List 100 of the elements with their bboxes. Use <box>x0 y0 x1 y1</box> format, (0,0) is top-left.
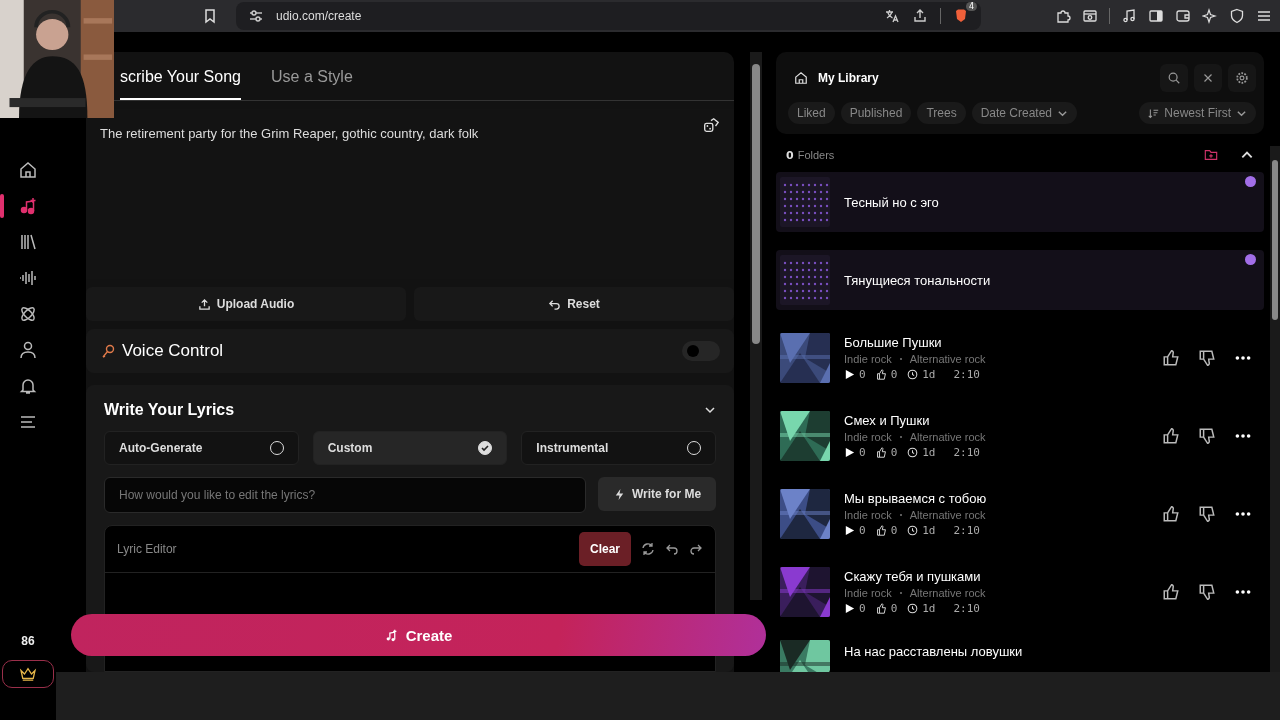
bookmark-icon[interactable] <box>202 8 218 24</box>
library-icon[interactable] <box>18 232 38 252</box>
status-dot <box>1245 176 1256 187</box>
window-search-icon[interactable] <box>1082 8 1098 24</box>
song-title[interactable]: На нас расставлены ловушки <box>844 644 1023 659</box>
dice-icon[interactable] <box>702 117 720 135</box>
play-icon[interactable] <box>844 369 855 380</box>
menu-icon[interactable] <box>1256 8 1272 24</box>
lyrics-option[interactable]: Instrumental <box>521 431 716 465</box>
profile-icon[interactable] <box>18 340 38 360</box>
status-dot <box>1245 254 1256 265</box>
reset-button[interactable]: Reset <box>414 287 734 321</box>
song-title[interactable]: Большие Пушки <box>844 335 986 350</box>
upload-icon[interactable] <box>197 297 211 311</box>
search-icon[interactable] <box>1167 71 1181 85</box>
edit-lyrics-field[interactable]: How would you like to edit the lyrics? <box>104 477 586 513</box>
genre-tag[interactable]: Indie rock <box>844 509 892 521</box>
credit-count: 86 <box>21 634 35 648</box>
upgrade-button[interactable] <box>2 660 54 688</box>
voice-control-toggle[interactable] <box>682 341 720 361</box>
scrollbar[interactable] <box>750 52 762 600</box>
sort-dropdown[interactable]: Newest First <box>1139 102 1256 124</box>
url-text: udio.com/create <box>276 9 362 23</box>
thumbs-up-icon[interactable] <box>1162 505 1180 523</box>
tab[interactable]: scribe Your Song <box>120 62 241 100</box>
play-icon[interactable] <box>844 603 855 614</box>
settings-button[interactable] <box>1228 64 1256 92</box>
wallet-icon[interactable] <box>1175 8 1191 24</box>
explore-icon[interactable] <box>18 304 38 324</box>
genre-tag[interactable]: Indie rock <box>844 587 892 599</box>
new-folder-icon[interactable] <box>1204 148 1218 162</box>
music-icon[interactable] <box>1121 8 1137 24</box>
play-icon[interactable] <box>844 525 855 536</box>
play-icon[interactable] <box>844 447 855 458</box>
address-bar[interactable]: udio.com/create 4 <box>236 2 981 30</box>
music-note-icon[interactable] <box>384 628 398 642</box>
thumbs-up-icon[interactable] <box>1162 349 1180 367</box>
genre-tag[interactable]: Alternative rock <box>909 431 986 443</box>
sparkle-icon[interactable] <box>1202 8 1218 24</box>
like-count: 0 <box>890 446 898 459</box>
song-title[interactable]: Смех и Пушки <box>844 413 986 428</box>
editor-label: Lyric Editor <box>117 542 177 556</box>
puzzle-icon[interactable] <box>1055 8 1071 24</box>
tab[interactable]: Use a Style <box>271 62 353 100</box>
song-title[interactable]: Скажу тебя и пушками <box>844 569 986 584</box>
refresh-icon[interactable] <box>641 542 655 556</box>
like-count: 0 <box>890 368 898 381</box>
genre-tag[interactable]: Indie rock <box>844 431 892 443</box>
genre-tag[interactable]: Alternative rock <box>909 587 986 599</box>
thumbs-up-icon[interactable] <box>1162 583 1180 601</box>
sidebar-icon[interactable] <box>1148 8 1164 24</box>
radio-button[interactable] <box>478 441 493 455</box>
thumbs-down-icon[interactable] <box>1198 427 1216 445</box>
play-count: 0 <box>859 602 866 615</box>
song-age: 1d <box>922 524 936 537</box>
share-icon[interactable] <box>912 8 928 24</box>
thumbs-down-icon[interactable] <box>1198 583 1216 601</box>
sort-icon[interactable] <box>1148 107 1160 119</box>
undo-icon[interactable] <box>665 542 679 556</box>
clock-icon <box>907 525 919 536</box>
folder-count: 0 <box>786 148 794 162</box>
filter-chip[interactable]: Liked <box>788 102 835 124</box>
scrollbar[interactable] <box>1270 146 1280 672</box>
song-duration: 2:10 <box>953 524 980 537</box>
shield-icon[interactable] <box>1229 8 1245 24</box>
clock-icon <box>907 447 919 458</box>
translate-icon[interactable] <box>884 8 900 24</box>
redo-icon[interactable] <box>689 542 703 556</box>
settings-icon[interactable] <box>1235 71 1249 85</box>
clear-button[interactable]: Clear <box>578 532 631 566</box>
upload-audio-button[interactable]: Upload Audio <box>86 287 406 321</box>
audio-icon[interactable] <box>18 268 38 288</box>
filter-chip[interactable]: Published <box>840 102 912 124</box>
like-count: 0 <box>890 524 898 537</box>
filter-chip[interactable]: Trees <box>917 102 966 124</box>
thumbs-up-icon <box>875 603 887 614</box>
site-settings-icon[interactable] <box>248 8 264 24</box>
create-icon[interactable] <box>18 196 38 216</box>
lyrics-option[interactable]: Auto-Generate <box>104 431 299 465</box>
home-icon[interactable] <box>18 160 38 180</box>
crown-icon[interactable] <box>19 667 37 681</box>
write-for-me-button[interactable]: Write for Me <box>598 477 716 511</box>
search-button[interactable] <box>1160 64 1188 92</box>
create-button[interactable]: Create <box>71 614 766 656</box>
song-title[interactable]: Тянущиеся тональности <box>844 272 991 288</box>
song-age: 1d <box>922 602 936 615</box>
thumbs-down-icon[interactable] <box>1198 505 1216 523</box>
song-title[interactable]: Мы врываемся с тобою <box>844 491 987 506</box>
chevron-icon[interactable] <box>704 404 716 416</box>
genre-tag[interactable]: Alternative rock <box>909 509 986 521</box>
genre-tag[interactable]: Alternative rock <box>909 353 986 365</box>
genre-tag[interactable]: Indie rock <box>844 353 892 365</box>
notifications-icon[interactable] <box>18 376 38 396</box>
thumbs-down-icon[interactable] <box>1198 349 1216 367</box>
lyrics-option[interactable]: Custom <box>312 431 508 465</box>
song-title[interactable]: Тесный но с эго <box>844 194 939 210</box>
filter-chip[interactable]: Date Created <box>971 102 1077 124</box>
thumbs-up-icon[interactable] <box>1162 427 1180 445</box>
home-icon <box>794 71 808 85</box>
play-count: 0 <box>859 368 866 381</box>
